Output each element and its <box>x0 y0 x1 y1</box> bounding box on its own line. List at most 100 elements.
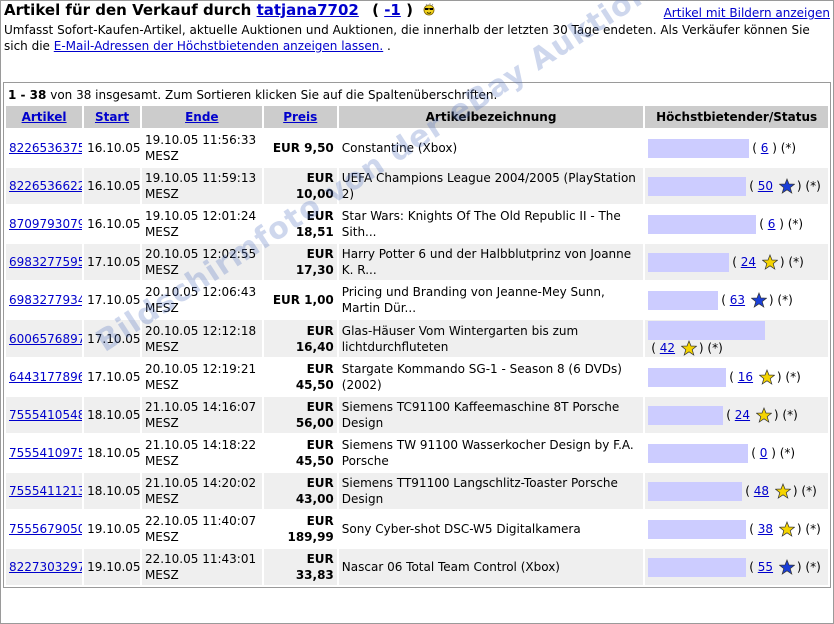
seller-feedback-link[interactable]: -1 <box>384 1 401 19</box>
end-date: 19.10.05 11:56:33 MESZ <box>141 130 262 166</box>
status-cell: ( 48 ) (*) <box>645 473 828 509</box>
item-title: Siemens TC91100 Kaffeemaschine 8T Porsch… <box>338 397 644 433</box>
bidder-feedback: ( 16 ) (*) <box>729 369 801 385</box>
feedback-link[interactable]: 55 <box>758 559 773 575</box>
status-cell: ( 24 ) (*) <box>645 244 828 280</box>
feedback-link[interactable]: 63 <box>730 292 745 308</box>
item-link[interactable]: 6006576897 <box>9 332 82 346</box>
table-row: 7555679050 19.10.05 22.10.05 11:40:07 MESZ… <box>6 511 828 547</box>
status-cell: ( 50 ) (*) <box>645 168 828 204</box>
end-date: 21.10.05 14:18:22 MESZ <box>141 435 262 471</box>
sort-preis-link[interactable]: Preis <box>283 110 317 124</box>
title-prefix: Artikel für den Verkauf durch <box>4 1 252 19</box>
feedback-link[interactable]: 42 <box>660 340 675 356</box>
status-text: (*) <box>788 255 804 269</box>
end-date: 22.10.05 11:43:01 MESZ <box>141 549 262 585</box>
bidder-feedback: ( 6 ) (*) <box>752 140 797 156</box>
blue-star-icon <box>778 178 795 194</box>
feedback-link[interactable]: 24 <box>735 407 750 423</box>
item-link[interactable]: 6443177896 <box>9 370 82 384</box>
show-pictures-link[interactable]: Artikel mit Bildern anzeigen <box>664 6 830 20</box>
feedback-link[interactable]: 38 <box>758 521 773 537</box>
feedback-link[interactable]: 50 <box>758 178 773 194</box>
end-date: 21.10.05 14:20:02 MESZ <box>141 473 262 509</box>
end-date: 20.10.05 12:19:21 MESZ <box>141 359 262 395</box>
item-link[interactable]: 8226536622 <box>9 179 82 193</box>
seller-link[interactable]: tatjana7702 <box>257 1 359 19</box>
yellow-star-icon <box>778 521 795 537</box>
price: EUR 10,00 <box>263 168 337 204</box>
seller-feedback: ( -1 ) <box>372 1 413 19</box>
col-start[interactable]: Start <box>84 106 140 128</box>
table-row: 6006576897 17.10.05 20.10.05 12:12:18 MESZ… <box>6 320 828 357</box>
sunglasses-me-icon <box>422 2 436 16</box>
feedback-link[interactable]: 16 <box>738 369 753 385</box>
item-link[interactable]: 7555410548 <box>9 408 82 422</box>
table-row: 6983277595 17.10.05 20.10.05 12:02:55 MESZ… <box>6 244 828 280</box>
status-text: (*) <box>787 217 804 231</box>
item-title: Siemens TW 91100 Wasserkocher Design by … <box>338 435 644 471</box>
start-date: 17.10.05 <box>84 282 140 318</box>
sort-start-link[interactable]: Start <box>95 110 129 124</box>
item-link[interactable]: 8226536375 <box>9 141 82 155</box>
table-row: 6443177896 17.10.05 20.10.05 12:19:21 MESZ… <box>6 359 828 395</box>
table-row: 7555410548 18.10.05 21.10.05 14:16:07 MESZ… <box>6 397 828 433</box>
col-ende[interactable]: Ende <box>141 106 262 128</box>
item-title: Sony Cyber-shot DSC-W5 Digitalkamera <box>338 511 644 547</box>
status-text: (*) <box>779 446 796 460</box>
item-id-cell: 8709793079 <box>6 206 83 242</box>
end-date: 20.10.05 12:06:43 MESZ <box>141 282 262 318</box>
col-preis[interactable]: Preis <box>263 106 337 128</box>
bidder-feedback: ( 24 ) (*) <box>732 254 804 270</box>
status-text: (*) <box>777 293 793 307</box>
feedback-link[interactable]: 6 <box>761 140 769 156</box>
item-link[interactable]: 6983277934 <box>9 293 82 307</box>
start-date: 18.10.05 <box>84 435 140 471</box>
col-status: Höchstbietender/Status <box>645 106 828 128</box>
status-cell: ( 24 ) (*) <box>645 397 828 433</box>
item-link[interactable]: 7555679050 <box>9 522 82 536</box>
blue-star-icon <box>778 559 795 575</box>
feedback-link[interactable]: 48 <box>754 483 769 499</box>
item-link[interactable]: 7555410975 <box>9 446 82 460</box>
status-text: (*) <box>780 141 797 155</box>
item-title: Stargate Kommando SG-1 - Season 8 (6 DVD… <box>338 359 644 395</box>
status-cell: ( 6 ) (*) <box>645 206 828 242</box>
feedback-link[interactable]: 6 <box>768 216 776 232</box>
sort-ende-link[interactable]: Ende <box>185 110 218 124</box>
bidder-feedback: ( 55 ) (*) <box>749 559 821 575</box>
item-id-cell: 7555410975 <box>6 435 83 471</box>
price: EUR 9,50 <box>263 130 337 166</box>
item-link[interactable]: 8709793079 <box>9 217 82 231</box>
bidder-feedback: ( 24 ) (*) <box>726 407 798 423</box>
status-cell: ( 42 ) (*) <box>645 320 828 357</box>
item-link[interactable]: 6983277595 <box>9 255 82 269</box>
status-text: (*) <box>805 560 821 574</box>
item-link[interactable]: 8227303297 <box>9 560 82 574</box>
start-date: 16.10.05 <box>84 130 140 166</box>
bidder-bar <box>648 176 747 196</box>
sort-artikel-link[interactable]: Artikel <box>22 110 67 124</box>
start-date: 18.10.05 <box>84 473 140 509</box>
start-date: 16.10.05 <box>84 206 140 242</box>
item-id-cell: 6983277595 <box>6 244 83 280</box>
result-summary: 1 - 38 von 38 insgesamt. Zum Sortieren k… <box>4 83 830 104</box>
price: EUR 43,00 <box>263 473 337 509</box>
item-id-cell: 7555410548 <box>6 397 83 433</box>
end-date: 19.10.05 12:01:24 MESZ <box>141 206 262 242</box>
bidder-feedback: ( 0 ) (*) <box>751 445 796 461</box>
col-artikel[interactable]: Artikel <box>6 106 83 128</box>
price: EUR 17,30 <box>263 244 337 280</box>
bidder-bar <box>648 252 730 272</box>
start-date: 19.10.05 <box>84 511 140 547</box>
feedback-link[interactable]: 24 <box>741 254 756 270</box>
table-header: Artikel Start Ende Preis Artikelbezeichn… <box>6 106 828 128</box>
bidder-bar <box>648 557 747 577</box>
item-title: Star Wars: Knights Of The Old Republic I… <box>338 206 644 242</box>
feedback-link[interactable]: 0 <box>760 445 768 461</box>
email-addresses-link[interactable]: E-Mail-Adressen der Höchstbietenden anze… <box>54 39 383 53</box>
end-date: 20.10.05 12:02:55 MESZ <box>141 244 262 280</box>
item-link[interactable]: 7555411213 <box>9 484 82 498</box>
status-cell: ( 6 ) (*) <box>645 130 828 166</box>
yellow-star-icon <box>761 254 778 270</box>
